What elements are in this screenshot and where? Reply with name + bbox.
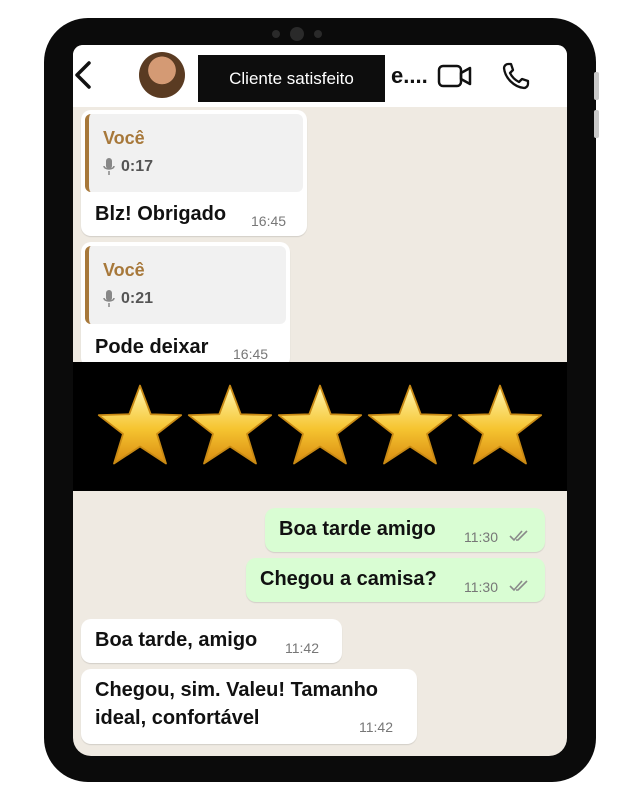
contact-name[interactable]: e.... [391, 63, 428, 89]
voice-duration: 0:21 [121, 290, 154, 307]
star-icon [187, 384, 273, 465]
star-icon [457, 384, 543, 465]
volume-button [594, 72, 599, 100]
quoted-voice-message[interactable]: Você 0:17 [85, 114, 303, 192]
message-text-line2: ideal, confortável [95, 707, 260, 729]
quote-author: Você [103, 128, 145, 148]
message-time: 16:45 [251, 213, 287, 229]
double-check-icon [509, 530, 528, 542]
sensor-dot [272, 30, 280, 38]
volume-button-lower [594, 110, 599, 138]
message-bubble-in[interactable]: Você 0:21 Pode deixar 16:45 [81, 242, 290, 368]
mic-icon [103, 158, 115, 175]
voice-duration: 0:17 [121, 158, 154, 175]
message-text: Boa tarde, amigo [95, 629, 258, 651]
rating-stars [73, 362, 567, 491]
phone-icon[interactable] [501, 61, 531, 91]
message-time: 11:30 [464, 579, 498, 595]
front-camera [290, 27, 304, 41]
message-text: Chegou a camisa? [260, 568, 437, 590]
quoted-voice-message[interactable]: Você 0:21 [85, 246, 286, 324]
chat-header: e.... Cliente satisfeito [73, 45, 567, 107]
message-bubble-in[interactable]: Chegou, sim. Valeu! Tamanho ideal, confo… [81, 669, 417, 744]
avatar[interactable] [139, 52, 185, 98]
message-bubble-in[interactable]: Boa tarde, amigo 11:42 [81, 619, 342, 663]
message-time: 11:42 [285, 640, 319, 656]
mic-icon [103, 290, 115, 307]
star-icon [367, 384, 453, 465]
message-time: 16:45 [233, 346, 269, 362]
chat-screen: e.... Cliente satisfeito Você 0:17 Blz! … [73, 45, 567, 756]
star-icon [97, 384, 183, 465]
message-text: Pode deixar [95, 336, 209, 358]
sensor-dot-2 [314, 30, 322, 38]
video-call-icon[interactable] [437, 63, 473, 89]
back-arrow-icon[interactable] [73, 59, 97, 91]
quote-author: Você [103, 260, 145, 280]
message-text: Boa tarde amigo [279, 518, 436, 540]
double-check-icon [509, 580, 528, 592]
message-text: Blz! Obrigado [95, 203, 227, 225]
message-time: 11:42 [359, 719, 393, 735]
star-icon [277, 384, 363, 465]
caption-overlay: Cliente satisfeito [198, 55, 385, 102]
message-time: 11:30 [464, 529, 498, 545]
message-bubble-in[interactable]: Você 0:17 Blz! Obrigado 16:45 [81, 110, 307, 236]
message-text: Chegou, sim. Valeu! Tamanho [95, 679, 379, 701]
message-bubble-out[interactable]: Chegou a camisa? 11:30 [246, 558, 545, 602]
message-bubble-out[interactable]: Boa tarde amigo 11:30 [265, 508, 545, 552]
